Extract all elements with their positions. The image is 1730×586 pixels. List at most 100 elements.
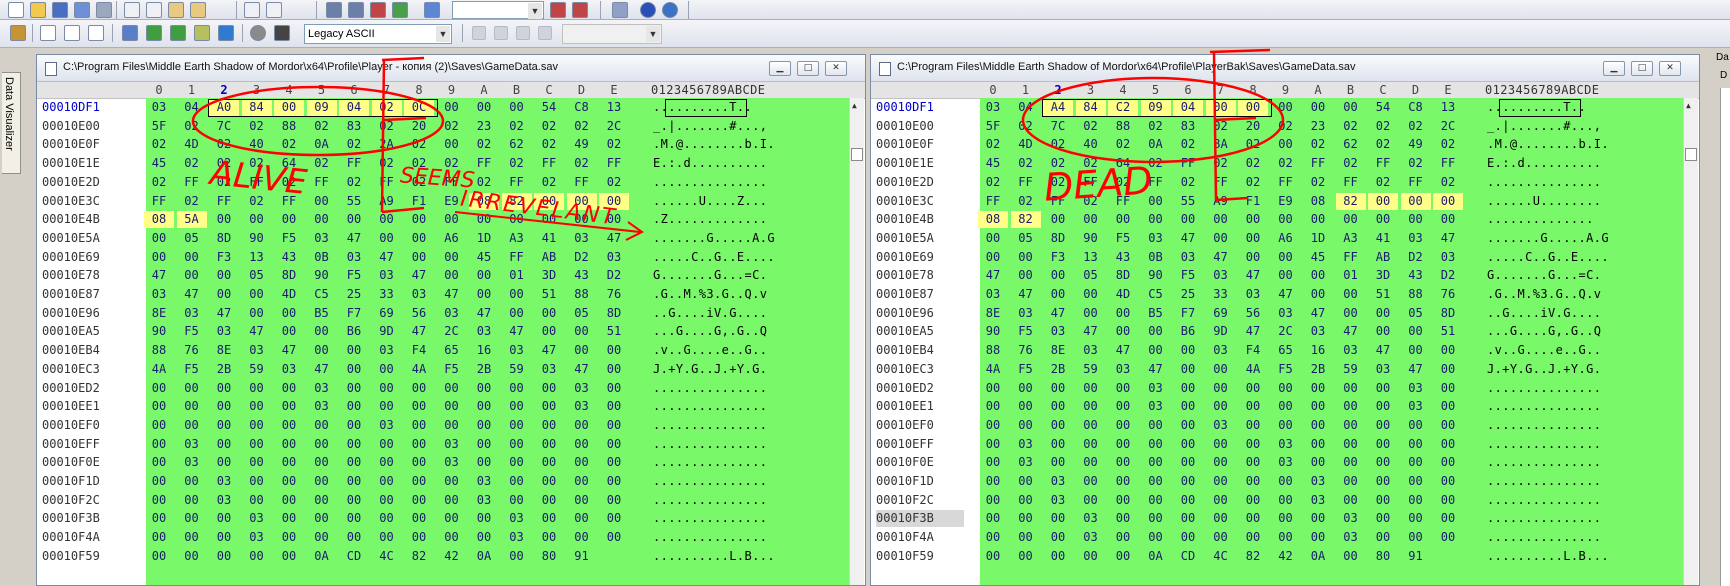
hex-byte[interactable]: 03 <box>1141 380 1171 397</box>
table-row[interactable]: 00010E3C FF 02 FF 02 FF 00 55 A9 F1 E9 08 82 00 00 00..… <box>37 192 865 210</box>
hex-byte[interactable]: 00 <box>242 305 272 322</box>
hex-byte[interactable]: 00 <box>1141 323 1171 340</box>
hex-byte[interactable]: 00 <box>567 510 597 527</box>
table-row[interactable]: 00010F4A 00 00 00 03 00 00 00 00 00 00 00 03 00 00 00..… <box>871 529 1699 546</box>
hex-byte[interactable]: 03 <box>242 529 272 546</box>
hex-byte[interactable]: 00 <box>1401 342 1431 359</box>
hex-byte[interactable]: 00 <box>1076 380 1106 397</box>
save-all-icon[interactable] <box>74 2 90 18</box>
hex-byte[interactable]: 00 <box>209 436 239 453</box>
hex-byte[interactable]: 4A <box>1238 361 1268 378</box>
hex-byte[interactable]: 03 <box>567 398 597 415</box>
hex-byte[interactable]: 00 <box>1433 492 1463 509</box>
hex-byte[interactable]: 00 <box>1206 380 1236 397</box>
hex-byte[interactable]: 69 <box>1206 305 1236 322</box>
hex-byte[interactable]: F4 <box>1238 342 1268 359</box>
hex-byte[interactable]: 88 <box>1401 286 1431 303</box>
hex-byte[interactable]: 03 <box>1303 473 1333 490</box>
hex-byte[interactable]: 03 <box>1433 249 1463 266</box>
hex-byte[interactable]: B5 <box>1141 305 1171 322</box>
hex-byte[interactable]: 47 <box>1011 286 1041 303</box>
hex-byte[interactable]: 00 <box>307 193 337 210</box>
hex-byte[interactable]: 03 <box>567 380 597 397</box>
ascii-text[interactable]: ............... <box>653 473 767 490</box>
hex-byte[interactable]: 00 <box>1076 305 1106 322</box>
hex-byte[interactable]: 00 <box>1011 473 1041 490</box>
hex-byte[interactable]: 40 <box>1076 136 1106 153</box>
hex-byte[interactable]: FF <box>177 174 207 191</box>
hex-byte[interactable]: 00 <box>502 398 532 415</box>
hex-byte[interactable]: 00 <box>1433 211 1463 228</box>
table-row[interactable]: 00010EFF 00 03 00 00 00 00 00 00 00 03 00 00 00 00 00..… <box>37 436 865 453</box>
ascii-text[interactable]: ..G....iV.G.... <box>1487 305 1601 322</box>
hex-byte[interactable]: 47 <box>209 305 239 322</box>
table-row[interactable]: 00010E78 47 00 00 05 8D 90 F5 03 47 00 00 01 3D 43 D2 G.… <box>871 267 1699 284</box>
hex-byte[interactable]: 5A <box>176 211 207 229</box>
hex-byte[interactable]: 00 <box>307 492 337 509</box>
hex-byte[interactable]: 00 <box>1076 286 1106 303</box>
hex-byte[interactable]: 00 <box>1433 454 1463 471</box>
hex-byte[interactable]: 03 <box>599 249 629 266</box>
table-row[interactable]: 00010EA5 90 F5 03 47 00 00 B6 9D 47 2C 03 47 00 00 51..… <box>871 323 1699 340</box>
hex-byte[interactable]: 03 <box>242 342 272 359</box>
hex-byte[interactable]: 00 <box>274 380 304 397</box>
hex-byte[interactable]: 00 <box>534 398 564 415</box>
hex-byte[interactable]: 00 <box>599 492 629 509</box>
hex-byte[interactable]: 43 <box>567 267 597 284</box>
hex-byte[interactable]: 00 <box>209 529 239 546</box>
hex-byte[interactable]: 00 <box>1108 323 1138 340</box>
hex-byte[interactable]: 8D <box>1108 267 1138 284</box>
hex-byte[interactable]: 00 <box>1173 454 1203 471</box>
hex-byte[interactable]: 00 <box>1303 380 1333 397</box>
hex-byte[interactable]: 49 <box>567 136 597 153</box>
hex-byte[interactable]: 03 <box>1336 342 1366 359</box>
tree-icon[interactable] <box>146 25 162 41</box>
hex-byte[interactable]: 00 <box>1368 380 1398 397</box>
hex-byte[interactable]: 00 <box>1336 380 1366 397</box>
hex-byte[interactable]: 02 <box>1238 174 1268 191</box>
ascii-text[interactable]: .....C..G..E.... <box>653 249 775 266</box>
hex-byte[interactable]: 00 <box>404 473 434 490</box>
hex-byte[interactable]: 00 <box>177 267 207 284</box>
hex-byte[interactable]: 00 <box>1141 473 1171 490</box>
hex-byte[interactable]: 03 <box>1206 342 1236 359</box>
compare-icon[interactable] <box>550 2 566 18</box>
hex-byte[interactable]: 00 <box>1108 510 1138 527</box>
hex-byte[interactable]: 45 <box>469 249 499 266</box>
ascii-text[interactable]: ............... <box>1487 436 1601 453</box>
hex-byte[interactable]: 00 <box>437 99 467 116</box>
hex-byte[interactable]: 00 <box>502 492 532 509</box>
hex-byte[interactable]: A9 <box>1206 193 1236 210</box>
hex-byte[interactable]: 01 <box>1336 267 1366 284</box>
hex-byte[interactable]: C5 <box>307 286 337 303</box>
hex-byte[interactable]: 02 <box>534 118 564 135</box>
compare-next-icon[interactable] <box>572 2 588 18</box>
hex-byte[interactable]: 00 <box>404 454 434 471</box>
hex-byte[interactable]: 00 <box>1401 436 1431 453</box>
hex-byte[interactable]: 03 <box>209 323 239 340</box>
save-icon[interactable] <box>52 2 68 18</box>
hex-byte[interactable]: 00 <box>209 417 239 434</box>
hex-byte[interactable]: D2 <box>1401 249 1431 266</box>
hex-byte[interactable]: 0A <box>1303 548 1333 565</box>
hex-byte[interactable]: 43 <box>274 249 304 266</box>
hex-byte[interactable]: 00 <box>1336 417 1366 434</box>
hex-byte[interactable]: 00 <box>1401 323 1431 340</box>
hex-byte[interactable]: 00 <box>1271 510 1301 527</box>
hex-byte[interactable]: 82 <box>1238 548 1268 565</box>
hex-byte[interactable]: 80 <box>534 548 564 565</box>
hex-byte[interactable]: 56 <box>404 305 434 322</box>
table-row[interactable]: 00010F59 00 00 00 00 00 0A CD 4C 82 42 0A 00 80 91....… <box>871 548 1699 565</box>
hex-byte[interactable]: 00 <box>599 342 629 359</box>
hex-pane-left[interactable]: C:\Program Files\Middle Earth Shadow of … <box>36 54 866 586</box>
hex-byte[interactable]: 03 <box>274 361 304 378</box>
hex-byte[interactable]: C8 <box>1401 99 1431 116</box>
hex-byte[interactable]: 00 <box>339 473 369 490</box>
ascii-text[interactable]: E.:.d.......... <box>1487 155 1601 172</box>
table-row[interactable]: 00010E96 8E 03 47 00 00 B5 F7 69 56 03 47 00 00 05 8D..… <box>37 305 865 322</box>
hex-byte[interactable]: 00 <box>1076 454 1106 471</box>
hex-byte[interactable]: 90 <box>978 323 1008 340</box>
help-icon[interactable] <box>662 2 678 18</box>
hex-byte[interactable]: 91 <box>1401 548 1431 565</box>
hex-byte[interactable]: 00 <box>1108 492 1138 509</box>
